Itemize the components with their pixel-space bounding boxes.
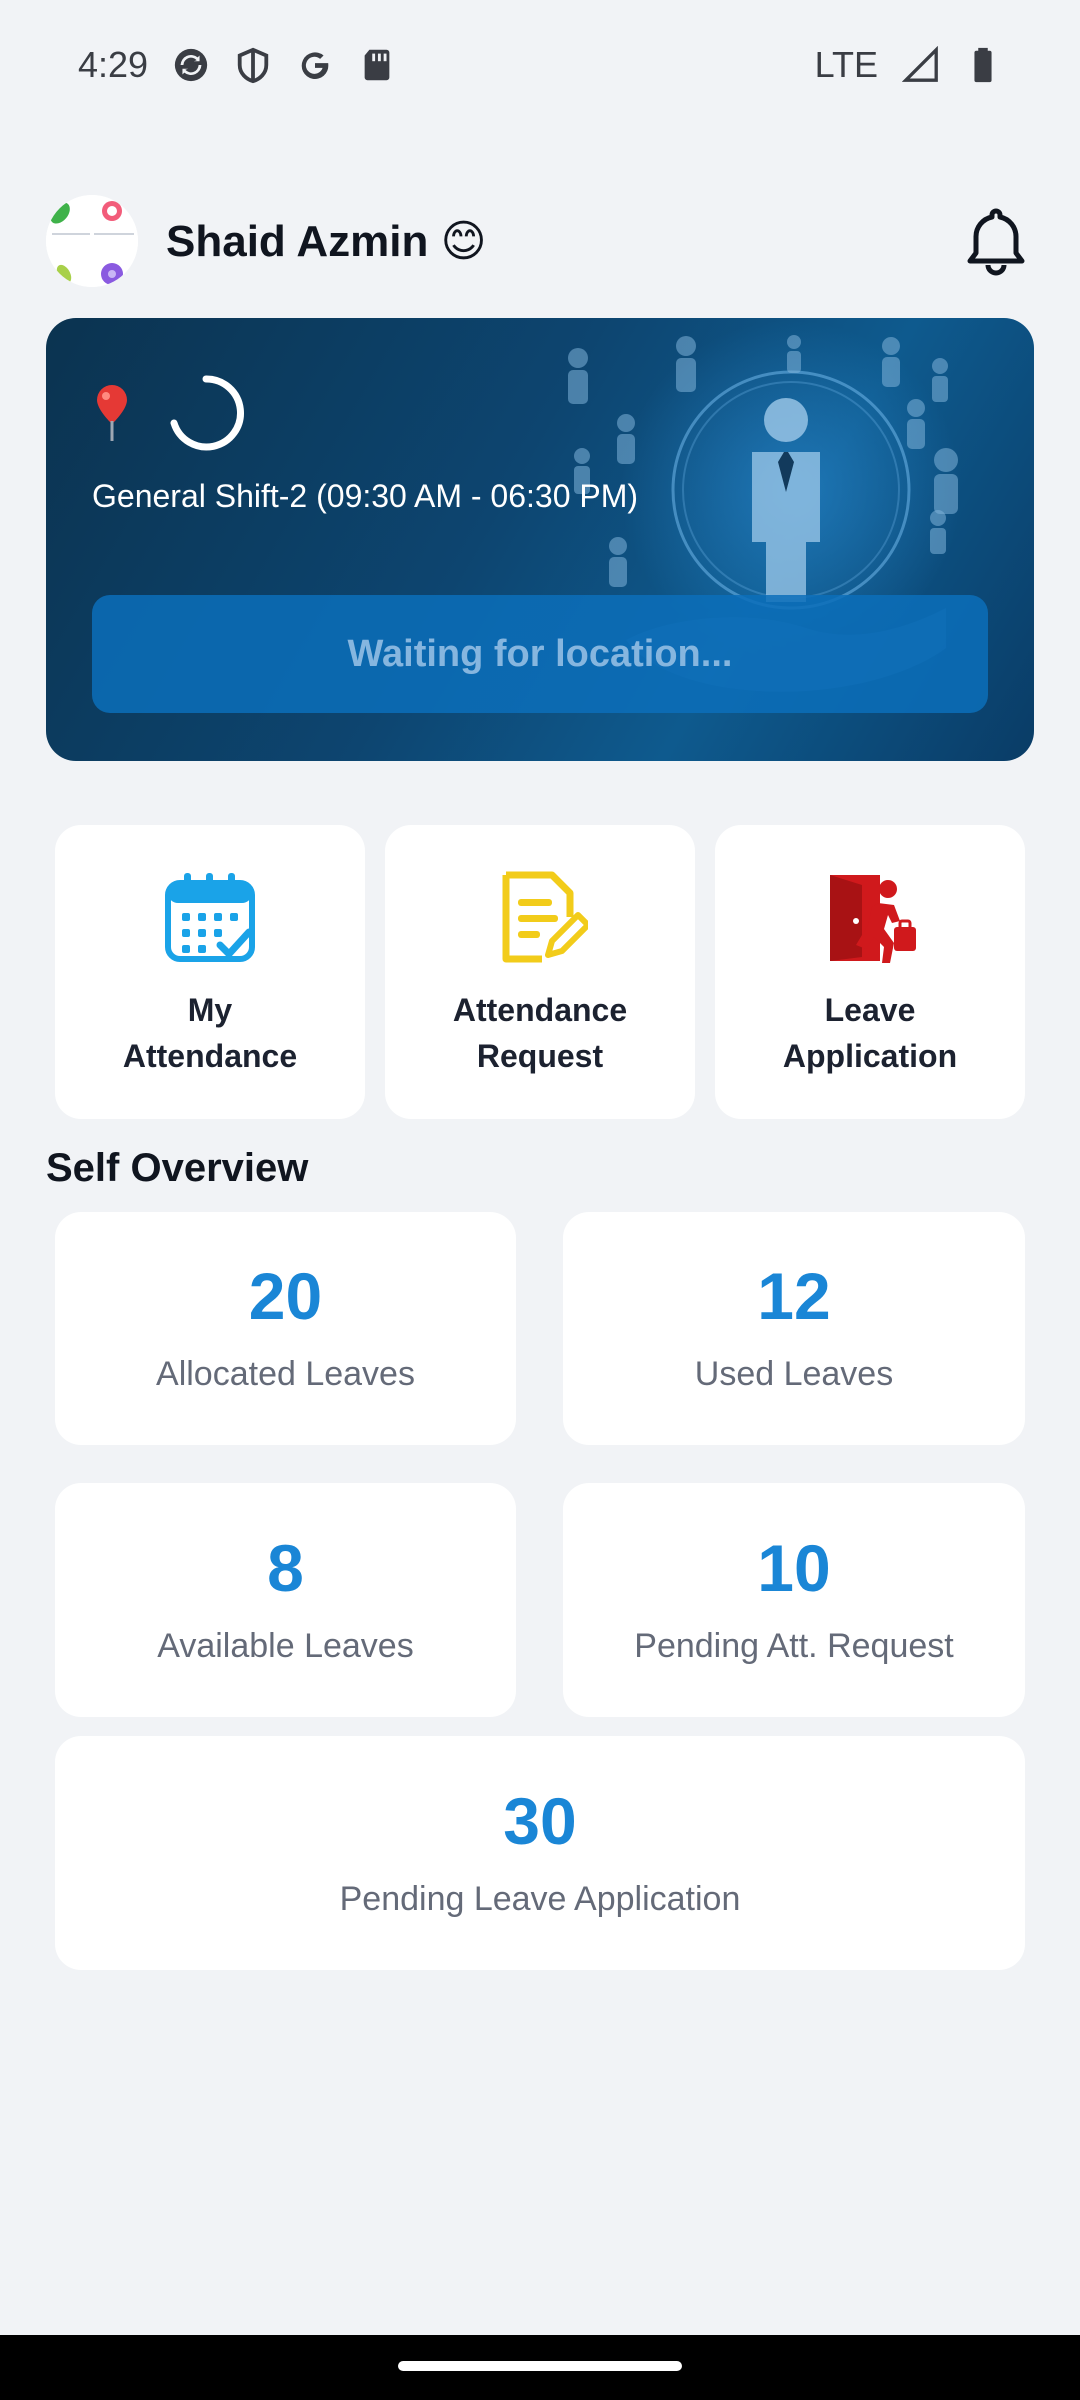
status-right: LTE (815, 44, 1002, 86)
quick-actions: My Attendance Attendance Request Leave A… (55, 825, 1025, 1119)
leave-application-label: Leave Application (782, 992, 958, 1074)
stat-available-leaves[interactable]: 8 Available Leaves (55, 1483, 516, 1717)
battery-icon (964, 46, 1002, 84)
self-overview-title: Self Overview (46, 1146, 309, 1190)
attendance-card: General Shift-2 (09:30 AM - 06:30 PM) Wa… (46, 318, 1034, 761)
status-time: 4:29 (78, 44, 149, 85)
stat-value: 30 (503, 1783, 577, 1858)
google-icon (296, 46, 334, 84)
my-attendance-card[interactable]: My Attendance (55, 825, 365, 1119)
profile[interactable]: Shaid Azmin 😊 (46, 195, 486, 287)
stat-used-leaves[interactable]: 12 Used Leaves (563, 1212, 1025, 1445)
stat-value: 10 (757, 1530, 831, 1605)
user-name: Shaid Azmin 😊 (166, 216, 487, 266)
stat-value: 12 (757, 1259, 831, 1333)
avatar[interactable] (46, 195, 138, 287)
stat-allocated-leaves[interactable]: 20 Allocated Leaves (55, 1212, 516, 1445)
document-edit-icon (492, 869, 591, 965)
loading-spinner-icon (166, 373, 246, 453)
status-bar: 4:29 LTE (0, 0, 1080, 130)
header: Shaid Azmin 😊 (46, 195, 1034, 287)
bell-icon[interactable] (958, 203, 1034, 279)
stat-value: 20 (248, 1259, 323, 1333)
waiting-for-location-button[interactable]: Waiting for location... (92, 595, 988, 713)
stat-label: Available Leaves (157, 1626, 414, 1665)
shift-info: General Shift-2 (09:30 AM - 06:30 PM) (92, 478, 639, 514)
stat-label: Allocated Leaves (156, 1355, 415, 1393)
status-left: 4:29 (78, 44, 396, 86)
sd-card-icon (358, 46, 396, 84)
network-type: LTE (814, 44, 878, 85)
shield-icon (234, 46, 272, 84)
system-navigation-bar (0, 2335, 1080, 2400)
attendance-request-card[interactable]: Attendance Request (385, 825, 695, 1119)
stat-label: Pending Att. Request (634, 1626, 954, 1665)
stat-pending-leave-application[interactable]: 30 Pending Leave Application (55, 1736, 1025, 1970)
stat-label: Pending Leave Application (339, 1879, 741, 1918)
calendar-check-icon (162, 869, 258, 965)
location-pin-icon (92, 383, 132, 443)
my-attendance-label: My Attendance (122, 992, 298, 1074)
stat-label: Used Leaves (694, 1355, 894, 1393)
leave-application-card[interactable]: Leave Application (715, 825, 1025, 1119)
sync-icon (172, 46, 210, 84)
home-gesture-handle[interactable] (398, 2361, 682, 2371)
signal-icon (902, 46, 940, 84)
attendance-request-label: Attendance Request (452, 992, 628, 1074)
stat-pending-att-request[interactable]: 10 Pending Att. Request (563, 1483, 1025, 1717)
stat-value: 8 (267, 1530, 304, 1605)
exit-door-icon (822, 869, 918, 965)
hero-status-row (92, 373, 246, 453)
